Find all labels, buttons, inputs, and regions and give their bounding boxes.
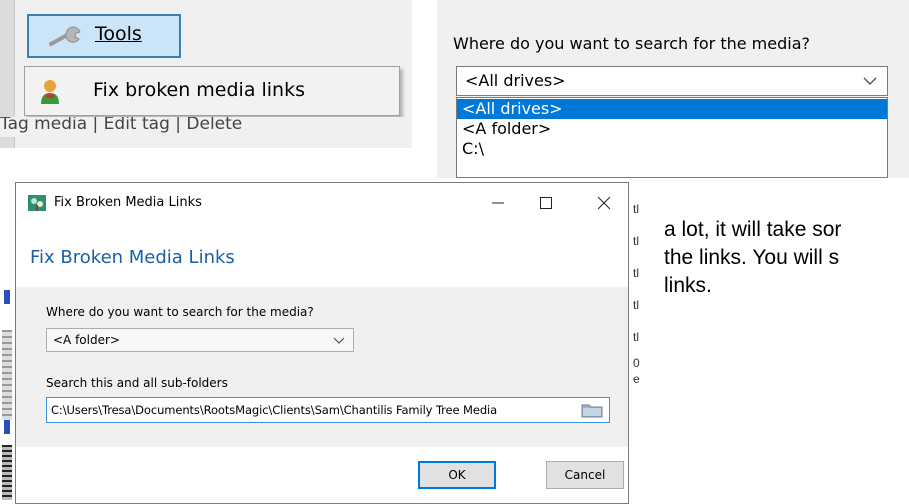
option-c-drive[interactable]: C:\ — [457, 139, 887, 159]
option-all-drives[interactable]: <All drives> — [457, 99, 887, 119]
family-tree-app-icon — [28, 195, 46, 211]
background-fragment — [2, 330, 12, 420]
option-a-folder[interactable]: <A folder> — [457, 119, 887, 139]
background-document-text: a lot, it will take sor the links. You w… — [664, 216, 841, 300]
maximize-icon[interactable] — [532, 189, 560, 217]
person-icon — [41, 80, 59, 104]
select-value: <All drives> — [465, 71, 566, 90]
tools-label: Tools — [95, 23, 142, 45]
background-fragment-column: tl tl tl tl tl 0 e — [633, 202, 640, 386]
search-location-select[interactable]: <All drives> — [456, 66, 888, 96]
search-location-question: Where do you want to search for the medi… — [453, 34, 811, 53]
search-location-panel: Where do you want to search for the medi… — [437, 0, 909, 178]
chevron-down-icon — [863, 77, 877, 85]
fix-broken-media-links-item[interactable]: Fix broken media links — [93, 79, 305, 101]
background-fragment — [4, 290, 10, 304]
dialog-titlebar: Fix Broken Media Links — [16, 183, 628, 223]
background-fragment — [2, 445, 12, 500]
search-location-select[interactable]: <A folder> — [46, 328, 354, 352]
browse-folder-icon[interactable] — [581, 402, 603, 418]
dialog-content-area: Where do you want to search for the medi… — [16, 287, 628, 447]
search-location-label: Where do you want to search for the medi… — [46, 305, 314, 319]
background-line: the links. You will s — [664, 246, 840, 269]
dialog-window-title: Fix Broken Media Links — [54, 195, 202, 210]
folder-path-input[interactable]: C:\Users\Tresa\Documents\RootsMagic\Clie… — [46, 397, 610, 423]
select-value: <A folder> — [53, 333, 120, 347]
media-toolbar-strip: Tag media | Edit tag | Delete — [0, 117, 412, 137]
tools-menu-button[interactable]: Tools — [27, 14, 181, 58]
cancel-button[interactable]: Cancel — [546, 461, 624, 489]
wrench-icon — [49, 26, 81, 46]
dialog-heading: Fix Broken Media Links — [30, 247, 235, 268]
folder-path-value: C:\Users\Tresa\Documents\RootsMagic\Clie… — [51, 403, 498, 417]
tools-dropdown-menu: Fix broken media links — [24, 66, 400, 116]
ok-button[interactable]: OK — [418, 461, 496, 489]
background-line: links. — [664, 274, 712, 297]
media-toolbar-text: Tag media | Edit tag | Delete — [0, 117, 243, 134]
minimize-icon[interactable] — [484, 189, 512, 217]
fix-broken-media-links-dialog: Fix Broken Media Links Fix Broken Media … — [15, 182, 629, 504]
tools-menu-panel: Tools Fix broken media links Tag media |… — [0, 0, 412, 148]
close-icon[interactable] — [590, 189, 618, 217]
background-line: a lot, it will take sor — [664, 218, 842, 241]
folder-path-label: Search this and all sub-folders — [46, 376, 228, 390]
search-location-options: <All drives> <A folder> C:\ — [456, 97, 888, 178]
background-fragment — [4, 420, 10, 434]
chevron-down-icon — [333, 337, 345, 344]
